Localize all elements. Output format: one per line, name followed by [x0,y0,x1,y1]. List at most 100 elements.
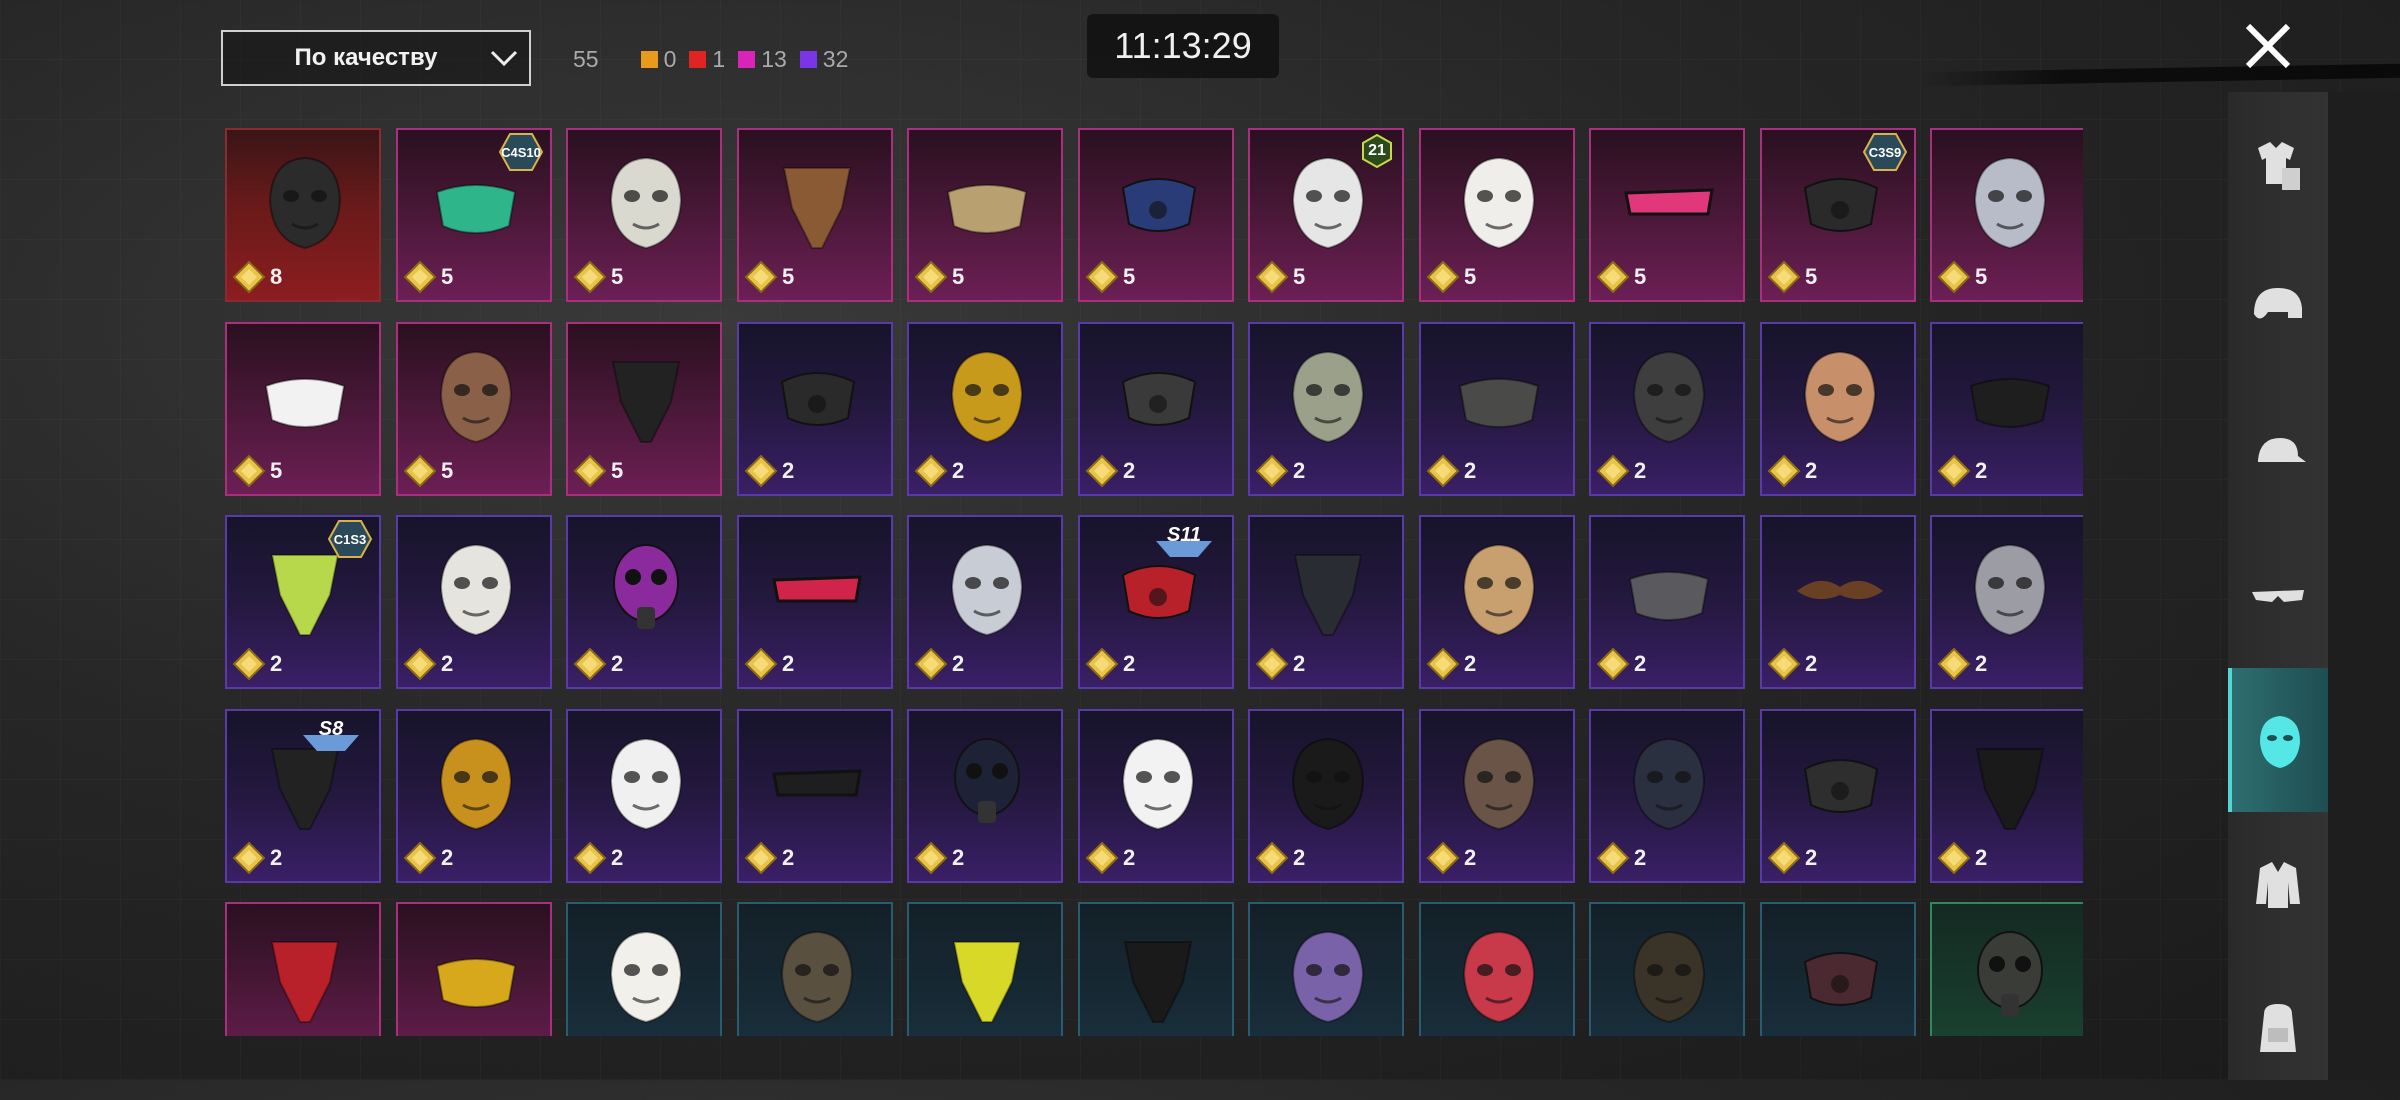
inventory-item[interactable] [737,902,893,1036]
inventory-item[interactable]: 2 [1760,709,1916,883]
inventory-item[interactable] [1930,902,2083,1036]
inventory-item[interactable]: 5 [737,128,893,302]
inventory-item[interactable] [566,902,722,1036]
item-count-value: 2 [1634,458,1647,483]
gas-mask-icon [1444,535,1554,645]
sidebar-tab-cap[interactable] [2228,380,2328,524]
item-count: 2 [1426,454,1476,488]
inventory-item[interactable]: 2 [396,709,552,883]
item-count-value: 2 [1805,458,1818,483]
item-count-value: 2 [441,845,454,870]
gold-pattern-mask-icon [1614,922,1724,1032]
level-badge: 21 [1360,133,1394,169]
inventory-item[interactable]: 2 [1078,322,1234,496]
inventory-item[interactable] [225,902,381,1036]
item-count-value: 2 [1805,845,1818,870]
inventory-item[interactable]: 2 [1248,709,1404,883]
sidebar-tab-helmet[interactable] [2228,236,2328,380]
item-count: 5 [1767,260,1817,294]
sidebar-rail [2328,92,2400,1080]
inventory-item[interactable]: 2 [1419,322,1575,496]
inventory-item[interactable]: 2 [1760,515,1916,689]
inventory-item[interactable]: 2 [737,709,893,883]
coin-icon [1085,841,1119,875]
inventory-item[interactable]: 2 [566,709,722,883]
inventory-item[interactable] [1419,902,1575,1036]
inventory-item[interactable]: 5 [566,128,722,302]
coin-icon [232,260,266,294]
inventory-item[interactable] [1589,902,1745,1036]
item-count: 2 [1937,647,1987,681]
hockey-mask-icon [1273,342,1383,452]
fang-mask-black-icon [1273,729,1383,839]
item-count: 2 [573,647,623,681]
inventory-item[interactable] [1760,902,1916,1036]
inventory-item[interactable] [1248,902,1404,1036]
inventory-item[interactable]: 2 [1419,515,1575,689]
inventory-item[interactable]: 2 S11 [1078,515,1234,689]
inventory-item[interactable] [907,902,1063,1036]
sidebar-tab-jacket[interactable] [2228,812,2328,956]
inventory-item[interactable]: 2 S8 [225,709,381,883]
inventory-item[interactable]: 2 [907,709,1063,883]
close-button[interactable] [2240,18,2296,74]
close-icon [2245,23,2291,69]
inventory-item[interactable]: 5 C4S10 [396,128,552,302]
inventory-item[interactable]: 2 [1419,709,1575,883]
sidebar-tab-outfit[interactable] [2228,92,2328,236]
item-grid: 8 5 C4S10 5 5 5 5 5 21 5 5 5 C3S9 5 5 5 5 2 2 2 2 2 2 2 2 2 C1S3 2 2… [225,128,2083,1036]
inventory-item[interactable]: 2 [737,322,893,496]
inventory-item[interactable]: 2 [566,515,722,689]
diver-gasmask-icon [932,729,1042,839]
sidebar-tab-backpack[interactable] [2228,956,2328,1100]
inventory-item[interactable] [1078,902,1234,1036]
sidebar-tab-glasses[interactable] [2228,524,2328,668]
inventory-item[interactable]: 5 [1419,128,1575,302]
inventory-item[interactable]: 8 [225,128,381,302]
coin-icon [1596,841,1630,875]
inventory-item[interactable]: 5 [1589,128,1745,302]
inventory-item[interactable]: 2 [396,515,552,689]
inventory-item[interactable]: 5 21 [1248,128,1404,302]
item-count-value: 5 [1634,264,1647,289]
inventory-item[interactable]: 5 C3S9 [1760,128,1916,302]
purple-gasmask-icon [591,535,701,645]
item-count: 5 [232,454,282,488]
coin-icon [1937,260,1971,294]
inventory-item[interactable]: 2 [1589,322,1745,496]
inventory-item[interactable]: 2 [1078,709,1234,883]
inventory-item[interactable]: 5 [1078,128,1234,302]
skull-bandana-icon [591,342,701,452]
sidebar-tab-mask[interactable] [2228,668,2328,812]
pink-visor-icon [1614,148,1724,258]
inventory-item[interactable]: 2 C1S3 [225,515,381,689]
coin-icon [1767,260,1801,294]
item-count-value: 5 [1293,264,1306,289]
inventory-item[interactable]: 2 [907,322,1063,496]
item-count: 2 [573,841,623,875]
inventory-item[interactable] [396,902,552,1036]
inventory-item[interactable]: 5 [907,128,1063,302]
inventory-item[interactable]: 5 [566,322,722,496]
item-count-value: 2 [611,845,624,870]
sort-dropdown[interactable]: По качеству [221,30,531,86]
inventory-item[interactable]: 5 [396,322,552,496]
inventory-item[interactable]: 2 [1760,322,1916,496]
coin-icon [1085,454,1119,488]
inventory-item[interactable]: 2 [1248,515,1404,689]
coin-icon [1255,260,1289,294]
inventory-item[interactable]: 5 [225,322,381,496]
inventory-item[interactable]: 2 [1930,515,2083,689]
inventory-item[interactable]: 2 [1589,709,1745,883]
mustache-icon [1785,535,1895,645]
inventory-item[interactable]: 2 [1930,322,2083,496]
item-count: 5 [573,454,623,488]
inventory-item[interactable]: 2 [907,515,1063,689]
inventory-item[interactable]: 2 [1930,709,2083,883]
inventory-item[interactable]: 5 [1930,128,2083,302]
spider-bandana-icon [1103,922,1213,1032]
inventory-item[interactable]: 2 [1589,515,1745,689]
plain-bandana-icon [1955,729,2065,839]
inventory-item[interactable]: 2 [737,515,893,689]
inventory-item[interactable]: 2 [1248,322,1404,496]
